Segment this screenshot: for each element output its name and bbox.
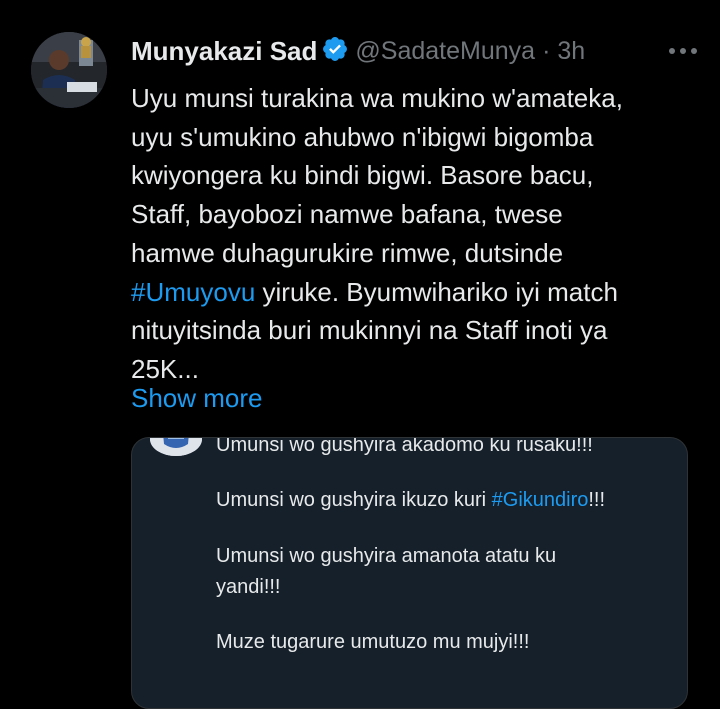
tweet-header: Munyakazi Sad @SadateMunya · 3h	[131, 34, 701, 68]
author-handle[interactable]: @SadateMunya	[355, 37, 535, 66]
timestamp[interactable]: 3h	[557, 37, 585, 66]
tweet[interactable]: Munyakazi Sad @SadateMunya · 3h Uyu muns…	[0, 0, 720, 709]
more-horizontal-icon[interactable]	[665, 36, 701, 66]
club-logo-icon	[150, 438, 202, 456]
quote-line: Umunsi wo gushyira ikuzo kuri #Gikundiro…	[216, 489, 606, 511]
tweet-text-line: Uyu munsi turakina wa mukino w'amateka,	[131, 83, 623, 113]
show-more-link[interactable]: Show more	[131, 380, 263, 416]
author-name[interactable]: Munyakazi Sad	[131, 36, 317, 67]
separator-dot: ·	[542, 36, 551, 65]
hashtag-link[interactable]: #Gikundiro	[492, 489, 589, 511]
quote-line: Umunsi wo gushyira amanota atatu ku	[216, 545, 557, 567]
tweet-text-line: Staff, bayobozi namwe bafana, twese	[131, 199, 563, 230]
tweet-text: Uyu munsi turakina wa mukino w'amateka, …	[131, 79, 706, 389]
tweet-text-line: hamwe duhagurukire rimwe, dutsinde	[131, 237, 564, 268]
verified-badge-icon	[317, 35, 355, 68]
tweet-text-line: nituyitsinda buri mukinnyi na Staff inot…	[131, 315, 608, 346]
quote-line: yandi!!!	[216, 576, 281, 598]
tweet-text-line: kwiyongera ku bindi bigwi. Basore bacu,	[131, 160, 594, 191]
hashtag-link[interactable]: #Umuyovu	[131, 277, 255, 307]
tweet-text-line: #Umuyovu yiruke. Byumwihariko iyi match	[131, 276, 618, 307]
tweet-text-line: uyu s'umukino ahubwo n'ibigwi bigomba	[131, 121, 594, 152]
quote-line: Muze tugarure umutuzo mu mujyi!!!	[216, 631, 530, 653]
avatar[interactable]	[31, 32, 107, 108]
quoted-tweet-card[interactable]: Umunsi wo gushyira akadomo ku rusaku!!! …	[131, 437, 688, 709]
quote-line: Umunsi wo gushyira akadomo ku rusaku!!!	[216, 437, 593, 456]
